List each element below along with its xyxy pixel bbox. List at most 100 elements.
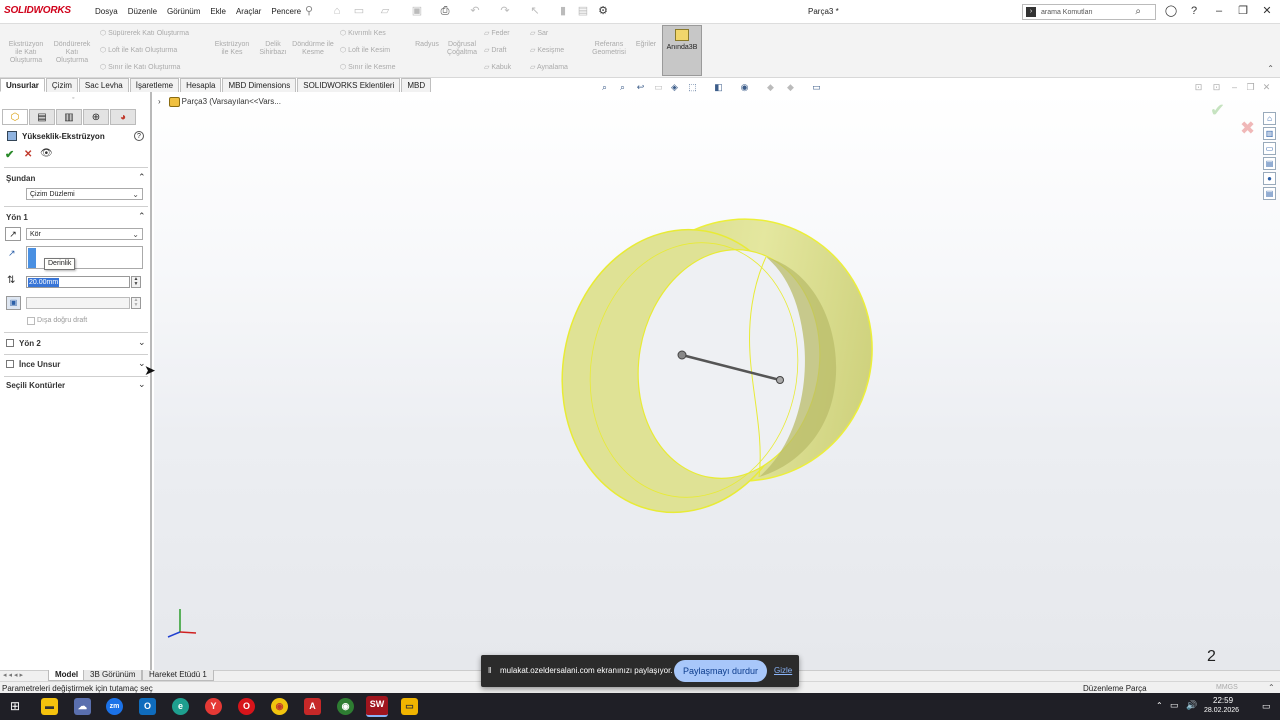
property-manager-tab-icon[interactable]: ▤ [29,109,55,125]
viewport-restore-icon[interactable]: ❐ [1244,82,1257,94]
mirror-button[interactable]: ▱ Aynalama [530,63,568,71]
draft-angle-input[interactable] [26,297,130,309]
home-icon[interactable]: ⌂ [330,4,344,18]
boundary-cut-button[interactable]: ⬡ Sınır ile Kesme [340,63,396,71]
help-icon[interactable]: ? [134,131,144,141]
shell-button[interactable]: ▱ Kabuk [484,63,511,71]
rebuild-icon[interactable]: ▮ [556,4,570,18]
extrude-cut-button[interactable]: Ekstrüzyon ile Kes [212,41,252,57]
zoom-to-fit-icon[interactable]: ⌕ [598,82,611,94]
minimize-icon[interactable]: – [1212,4,1226,18]
redo-icon[interactable]: ↷ [498,4,512,18]
file-explorer-icon[interactable]: ▭ [1263,142,1276,155]
tab-model[interactable]: Model [48,670,86,681]
fillet-button[interactable]: Radyus [412,41,442,49]
volume-icon[interactable]: 🔊 [1186,700,1197,711]
stop-sharing-button[interactable]: Paylaşmayı durdur [674,660,767,682]
yandex-browser-icon[interactable]: Y [205,698,222,715]
draft-outward-checkbox[interactable] [27,317,35,325]
revolve-cut-button[interactable]: Döndürme ile Kesme [292,41,334,57]
print-icon[interactable]: ⎙ [438,4,452,18]
weather-app-icon[interactable]: ☁ [74,698,91,715]
zoom-area-icon[interactable]: ⌕ [616,82,629,94]
loft-boss-button[interactable]: ⬡ Loft ile Katı Oluşturma [100,46,177,54]
view-palette-icon[interactable]: ▤ [1263,157,1276,170]
viewport-close-icon[interactable]: ✕ [1260,82,1273,94]
menu-tools[interactable]: Araçlar [236,7,261,16]
acrobat-app-icon[interactable]: A [304,698,321,715]
swept-boss-button[interactable]: ⬡ Süpürerek Katı Oluşturma [100,29,189,37]
custom-properties-icon[interactable]: ▤ [1263,187,1276,200]
panel-splitter-handle[interactable]: ◦ [72,95,74,102]
viewport-minimize-icon[interactable]: – [1228,82,1241,94]
network-icon[interactable]: ▭ [1170,700,1179,711]
display-manager-tab-icon[interactable]: ◕ [110,109,136,125]
from-section-header[interactable]: Şundan [6,174,35,183]
search-icon[interactable]: ⌕ [1135,6,1141,17]
tab-mbd[interactable]: MBD [401,78,432,92]
preview-eye-icon[interactable]: 👁 [40,148,53,159]
collapse-from-icon[interactable]: ⌃ [138,172,146,183]
notifications-icon[interactable]: ▭ [1262,701,1271,712]
tab-scroll-arrows[interactable]: ◂◂◂▸ [3,671,25,679]
cancel-button[interactable]: ✕ [24,149,32,160]
feature-tree-root[interactable]: › Parça3 (Varsayılan<<Vars... [158,97,281,107]
view-settings-icon[interactable]: ▭ [810,82,823,94]
windows-start-icon[interactable]: ⊞ [10,699,20,713]
depth-spinner[interactable]: ▲ ▼ [131,276,141,288]
menu-view[interactable]: Görünüm [167,7,200,16]
new-doc-icon[interactable]: ▭ [352,4,366,18]
clock-date[interactable]: 28.02.2026 [1204,707,1239,714]
section-view-icon[interactable]: ▭ [652,82,665,94]
drag-handle-icon[interactable]: ‖ [488,666,491,675]
design-library-icon[interactable]: ▥ [1263,127,1276,140]
intersect-button[interactable]: ▱ Kesişme [530,46,564,54]
draft-angle-spinner[interactable]: ▲ ▼ [131,297,141,309]
hide-show-icon[interactable]: ◉ [738,82,751,94]
configuration-manager-tab-icon[interactable]: ▥ [56,109,82,125]
tab-addins[interactable]: SOLIDWORKS Eklentileri [297,78,401,92]
previous-view-icon[interactable]: ↩ [634,82,647,94]
scene-icon[interactable]: ◆ [784,82,797,94]
tab-3d-view[interactable]: 3B Görünüm [83,670,143,681]
notes-app-icon[interactable]: ▬ [41,698,58,715]
view-orientation-icon[interactable]: ⬚ [686,82,699,94]
search-box[interactable]: › arama Komutları ⌕ [1022,4,1156,20]
feature-manager-tab-icon[interactable]: ⬡ [2,109,28,125]
confirm-corner-ok-icon[interactable]: ✔ [1210,100,1225,121]
solidworks-taskbar-icon[interactable]: SW [366,696,388,717]
status-expand-icon[interactable]: ⌃ [1268,683,1275,692]
wrap-button[interactable]: ▱ Sar [530,29,548,37]
reference-geometry-button[interactable]: Referans Geometrisi [588,41,630,57]
select-icon[interactable]: ↖ [528,4,542,18]
thin-feature-checkbox[interactable] [6,360,14,368]
clock-time[interactable]: 22:59 [1213,696,1233,705]
selected-contours-label[interactable]: Seçili Kontürler [6,381,65,390]
pin-icon[interactable]: ⚲ [302,4,316,18]
help-icon[interactable]: ? [1187,4,1201,18]
part-model[interactable] [154,92,1280,670]
tab-motion-study[interactable]: Hareket Etüdü 1 [142,670,214,681]
dimxpert-tab-icon[interactable]: ⊕ [83,109,109,125]
instant3d-button[interactable]: Anında3B [662,25,702,76]
display-style-icon[interactable]: ◧ [712,82,725,94]
tab-mbd-dimensions[interactable]: MBD Dimensions [222,78,297,92]
curves-button[interactable]: Eğriler [632,41,660,49]
revolve-boss-button[interactable]: Döndürerek Katı Oluşturma [50,41,94,65]
rib-button[interactable]: ▱ Feder [484,29,510,37]
depth-input[interactable]: 20.00mm [26,276,130,288]
close-icon[interactable]: ✕ [1260,4,1274,18]
chrome-profile-icon[interactable]: ◉ [337,698,354,715]
tab-sheet-metal[interactable]: Sac Levha [78,78,129,92]
confirm-corner-cancel-icon[interactable]: ✖ [1240,118,1255,139]
tab-markup[interactable]: İşaretleme [129,78,180,92]
handle-end[interactable] [776,376,784,384]
tab-evaluate[interactable]: Hesapla [180,78,222,92]
units-indicator[interactable]: MMGS [1216,684,1238,691]
appearance-icon[interactable]: ◆ [764,82,777,94]
undo-icon[interactable]: ↶ [468,4,482,18]
menu-insert[interactable]: Ekle [210,7,226,16]
direction1-section-header[interactable]: Yön 1 [6,213,28,222]
hide-link[interactable]: Gizle [774,666,792,675]
draft-toggle-icon[interactable]: ▣ [6,296,21,310]
